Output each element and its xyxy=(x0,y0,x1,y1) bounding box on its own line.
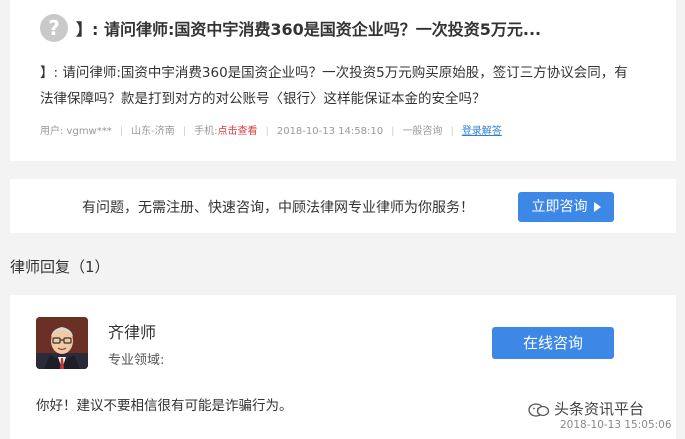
promo-text: 有问题，无需注册、快速咨询，中顾法律网专业律师为你服务！ xyxy=(82,200,474,216)
consult-now-button[interactable]: 立即咨询 xyxy=(518,192,614,222)
wechat-icon xyxy=(528,402,550,417)
meta-phone-label: 手机: xyxy=(194,126,218,137)
watermark-datetime: 2018-10-13 15:05:06 xyxy=(560,419,672,431)
avatar[interactable] xyxy=(36,317,88,369)
lawyer-name[interactable]: 齐律师 xyxy=(108,319,156,343)
question-meta: 用户: vgmw*** | 山东-济南 | 手机:点击查看 | 2018-10-13 14:… xyxy=(40,122,502,137)
question-title[interactable]: 】: 请问律师:国资中宇消费360是国资企业吗？一次投资5万元... xyxy=(76,16,661,40)
online-consult-button[interactable]: 在线咨询 xyxy=(492,327,614,359)
divider: | xyxy=(182,126,187,137)
meta-category: 一般咨询 xyxy=(402,126,443,137)
promo-banner: 有问题，无需注册、快速咨询，中顾法律网专业律师为你服务！ 立即咨询 xyxy=(10,179,676,233)
meta-location: 山东-济南 xyxy=(131,126,175,137)
divider: | xyxy=(119,126,124,137)
watermark: 头条资讯平台 xyxy=(528,398,644,419)
reply-text: 你好！建议不要相信很有可能是诈骗行为。 xyxy=(36,398,293,414)
lawyer-field: 专业领域: xyxy=(108,353,165,368)
watermark-text: 头条资讯平台 xyxy=(554,400,645,418)
divider: | xyxy=(450,126,454,137)
question-mark-icon: ? xyxy=(40,14,68,42)
play-arrow-icon xyxy=(593,202,601,212)
meta-datetime: 2018-10-13 14:58:10 xyxy=(276,126,384,137)
meta-user: 用户: vgmw*** xyxy=(40,126,112,137)
replies-heading: 律师回复（1） xyxy=(10,258,110,276)
divider: | xyxy=(265,126,269,137)
consult-now-label: 立即咨询 xyxy=(531,199,588,215)
question-card: ? 】: 请问律师:国资中宇消费360是国资企业吗？一次投资5万元... 】: … xyxy=(10,0,676,161)
question-body: 】: 请问律师:国资中宇消费360是国资企业吗？一次投资5万元购买原始股，签订三… xyxy=(40,65,628,107)
divider: | xyxy=(391,126,395,137)
login-answer-link[interactable]: 登录解答 xyxy=(462,122,502,137)
phone-view-link[interactable]: 点击查看 xyxy=(217,122,257,137)
